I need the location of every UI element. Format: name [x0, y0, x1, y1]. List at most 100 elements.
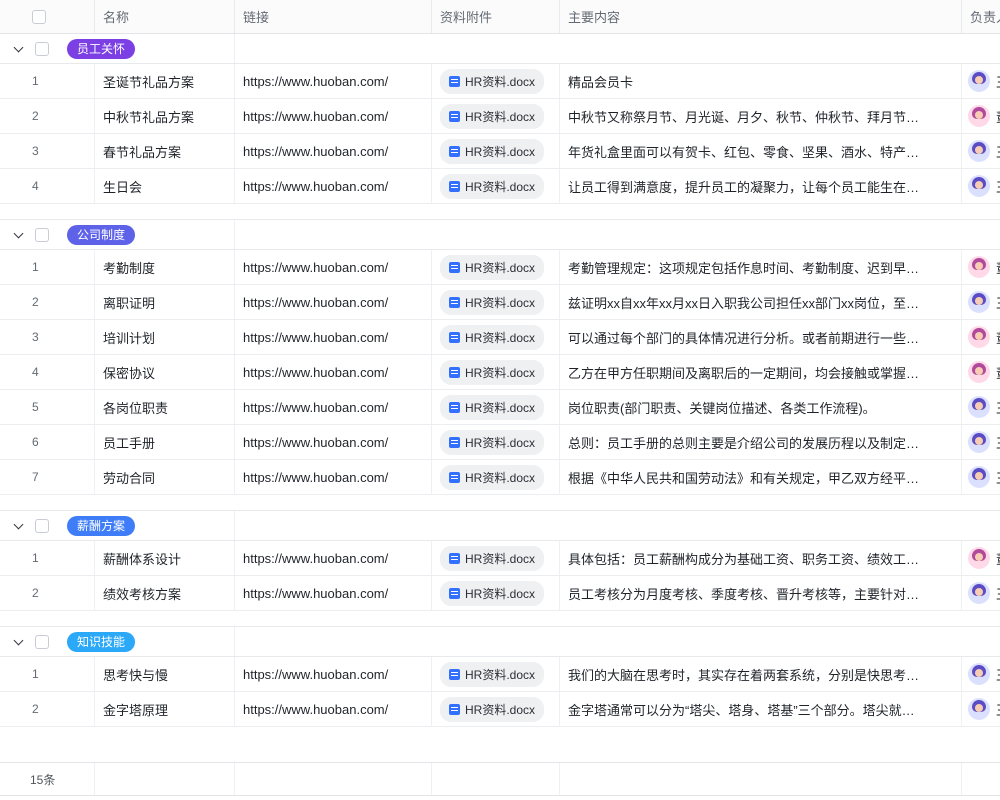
attachment-chip[interactable]: HR资料.docx	[440, 325, 544, 350]
owner-cell[interactable]: 王	[962, 390, 1000, 424]
attachment-cell[interactable]: HR资料.docx	[432, 692, 560, 726]
attachment-cell[interactable]: HR资料.docx	[432, 541, 560, 575]
attachment-cell[interactable]: HR资料.docx	[432, 250, 560, 284]
content-cell[interactable]: 根据《中华人民共和国劳动法》和有关规定，甲乙双方经平…	[560, 460, 962, 494]
column-header-content[interactable]: 主要内容	[560, 0, 962, 33]
link-cell[interactable]: https://www.huoban.com/	[235, 460, 432, 494]
content-cell[interactable]: 年货礼盒里面可以有贺卡、红包、零食、坚果、酒水、特产…	[560, 134, 962, 168]
row-index-cell[interactable]: 7	[0, 460, 95, 494]
attachment-cell[interactable]: HR资料.docx	[432, 576, 560, 610]
attachment-cell[interactable]: HR资料.docx	[432, 320, 560, 354]
group-checkbox[interactable]	[35, 42, 49, 56]
link-cell[interactable]: https://www.huoban.com/	[235, 390, 432, 424]
row-link[interactable]: https://www.huoban.com/	[243, 179, 388, 194]
owner-cell[interactable]: 王	[962, 460, 1000, 494]
row-index-cell[interactable]: 2	[0, 285, 95, 319]
row-link[interactable]: https://www.huoban.com/	[243, 74, 388, 89]
name-cell[interactable]: 圣诞节礼品方案	[95, 64, 235, 98]
link-cell[interactable]: https://www.huoban.com/	[235, 692, 432, 726]
owner-cell[interactable]: 王	[962, 285, 1000, 319]
content-cell[interactable]: 精品会员卡	[560, 64, 962, 98]
column-header-owner[interactable]: 负责人	[962, 0, 1000, 33]
column-header-link[interactable]: 链接	[235, 0, 432, 33]
row-index-cell[interactable]: 3	[0, 134, 95, 168]
name-cell[interactable]: 考勤制度	[95, 250, 235, 284]
attachment-cell[interactable]: HR资料.docx	[432, 285, 560, 319]
attachment-chip[interactable]: HR资料.docx	[440, 662, 544, 687]
row-link[interactable]: https://www.huoban.com/	[243, 260, 388, 275]
name-cell[interactable]: 绩效考核方案	[95, 576, 235, 610]
content-cell[interactable]: 总则：员工手册的总则主要是介绍公司的发展历程以及制定…	[560, 425, 962, 459]
row-link[interactable]: https://www.huoban.com/	[243, 470, 388, 485]
link-cell[interactable]: https://www.huoban.com/	[235, 99, 432, 133]
owner-cell[interactable]: 王	[962, 576, 1000, 610]
row-index-cell[interactable]: 1	[0, 250, 95, 284]
row-link[interactable]: https://www.huoban.com/	[243, 144, 388, 159]
name-cell[interactable]: 思考快与慢	[95, 657, 235, 691]
row-index-cell[interactable]: 1	[0, 541, 95, 575]
name-cell[interactable]: 薪酬体系设计	[95, 541, 235, 575]
content-cell[interactable]: 岗位职责(部门职责、关键岗位描述、各类工作流程)。	[560, 390, 962, 424]
row-link[interactable]: https://www.huoban.com/	[243, 295, 388, 310]
row-link[interactable]: https://www.huoban.com/	[243, 702, 388, 717]
link-cell[interactable]: https://www.huoban.com/	[235, 134, 432, 168]
attachment-cell[interactable]: HR资料.docx	[432, 134, 560, 168]
row-index-cell[interactable]: 2	[0, 99, 95, 133]
attachment-chip[interactable]: HR资料.docx	[440, 395, 544, 420]
attachment-cell[interactable]: HR资料.docx	[432, 169, 560, 203]
attachment-chip[interactable]: HR资料.docx	[440, 465, 544, 490]
group-checkbox[interactable]	[35, 519, 49, 533]
group-checkbox[interactable]	[35, 228, 49, 242]
group-checkbox[interactable]	[35, 635, 49, 649]
name-cell[interactable]: 保密协议	[95, 355, 235, 389]
attachment-cell[interactable]: HR资料.docx	[432, 390, 560, 424]
link-cell[interactable]: https://www.huoban.com/	[235, 169, 432, 203]
link-cell[interactable]: https://www.huoban.com/	[235, 355, 432, 389]
content-cell[interactable]: 金字塔通常可以分为“塔尖、塔身、塔基”三个部分。塔尖就…	[560, 692, 962, 726]
name-cell[interactable]: 生日会	[95, 169, 235, 203]
chevron-down-icon[interactable]	[14, 228, 24, 238]
name-cell[interactable]: 培训计划	[95, 320, 235, 354]
attachment-chip[interactable]: HR资料.docx	[440, 174, 544, 199]
attachment-cell[interactable]: HR资料.docx	[432, 460, 560, 494]
content-cell[interactable]: 可以通过每个部门的具体情况进行分析。或者前期进行一些…	[560, 320, 962, 354]
name-cell[interactable]: 各岗位职责	[95, 390, 235, 424]
row-index-cell[interactable]: 1	[0, 64, 95, 98]
row-index-cell[interactable]: 6	[0, 425, 95, 459]
link-cell[interactable]: https://www.huoban.com/	[235, 541, 432, 575]
content-cell[interactable]: 员工考核分为月度考核、季度考核、晋升考核等，主要针对…	[560, 576, 962, 610]
attachment-chip[interactable]: HR资料.docx	[440, 581, 544, 606]
content-cell[interactable]: 兹证明xx自xx年xx月xx日入职我公司担任xx部门xx岗位，至…	[560, 285, 962, 319]
row-index-cell[interactable]: 5	[0, 390, 95, 424]
link-cell[interactable]: https://www.huoban.com/	[235, 250, 432, 284]
content-cell[interactable]: 乙方在甲方任职期间及离职后的一定期间，均会接触或掌握…	[560, 355, 962, 389]
owner-cell[interactable]: 王	[962, 425, 1000, 459]
link-cell[interactable]: https://www.huoban.com/	[235, 425, 432, 459]
row-link[interactable]: https://www.huoban.com/	[243, 586, 388, 601]
owner-cell[interactable]: 王	[962, 169, 1000, 203]
owner-cell[interactable]: 董	[962, 250, 1000, 284]
row-link[interactable]: https://www.huoban.com/	[243, 330, 388, 345]
row-link[interactable]: https://www.huoban.com/	[243, 435, 388, 450]
row-link[interactable]: https://www.huoban.com/	[243, 109, 388, 124]
name-cell[interactable]: 金字塔原理	[95, 692, 235, 726]
link-cell[interactable]: https://www.huoban.com/	[235, 285, 432, 319]
attachment-chip[interactable]: HR资料.docx	[440, 104, 544, 129]
row-link[interactable]: https://www.huoban.com/	[243, 667, 388, 682]
row-index-cell[interactable]: 4	[0, 355, 95, 389]
owner-cell[interactable]: 董	[962, 99, 1000, 133]
select-all-checkbox[interactable]	[32, 10, 46, 24]
content-cell[interactable]: 考勤管理规定：这项规定包括作息时间、考勤制度、迟到早…	[560, 250, 962, 284]
row-index-cell[interactable]: 3	[0, 320, 95, 354]
owner-cell[interactable]: 王	[962, 692, 1000, 726]
attachment-chip[interactable]: HR资料.docx	[440, 430, 544, 455]
attachment-chip[interactable]: HR资料.docx	[440, 546, 544, 571]
row-index-cell[interactable]: 2	[0, 692, 95, 726]
name-cell[interactable]: 中秋节礼品方案	[95, 99, 235, 133]
content-cell[interactable]: 让员工得到满意度，提升员工的凝聚力，让每个员工能生在…	[560, 169, 962, 203]
attachment-cell[interactable]: HR资料.docx	[432, 657, 560, 691]
attachment-cell[interactable]: HR资料.docx	[432, 355, 560, 389]
row-link[interactable]: https://www.huoban.com/	[243, 365, 388, 380]
owner-cell[interactable]: 董	[962, 541, 1000, 575]
link-cell[interactable]: https://www.huoban.com/	[235, 64, 432, 98]
